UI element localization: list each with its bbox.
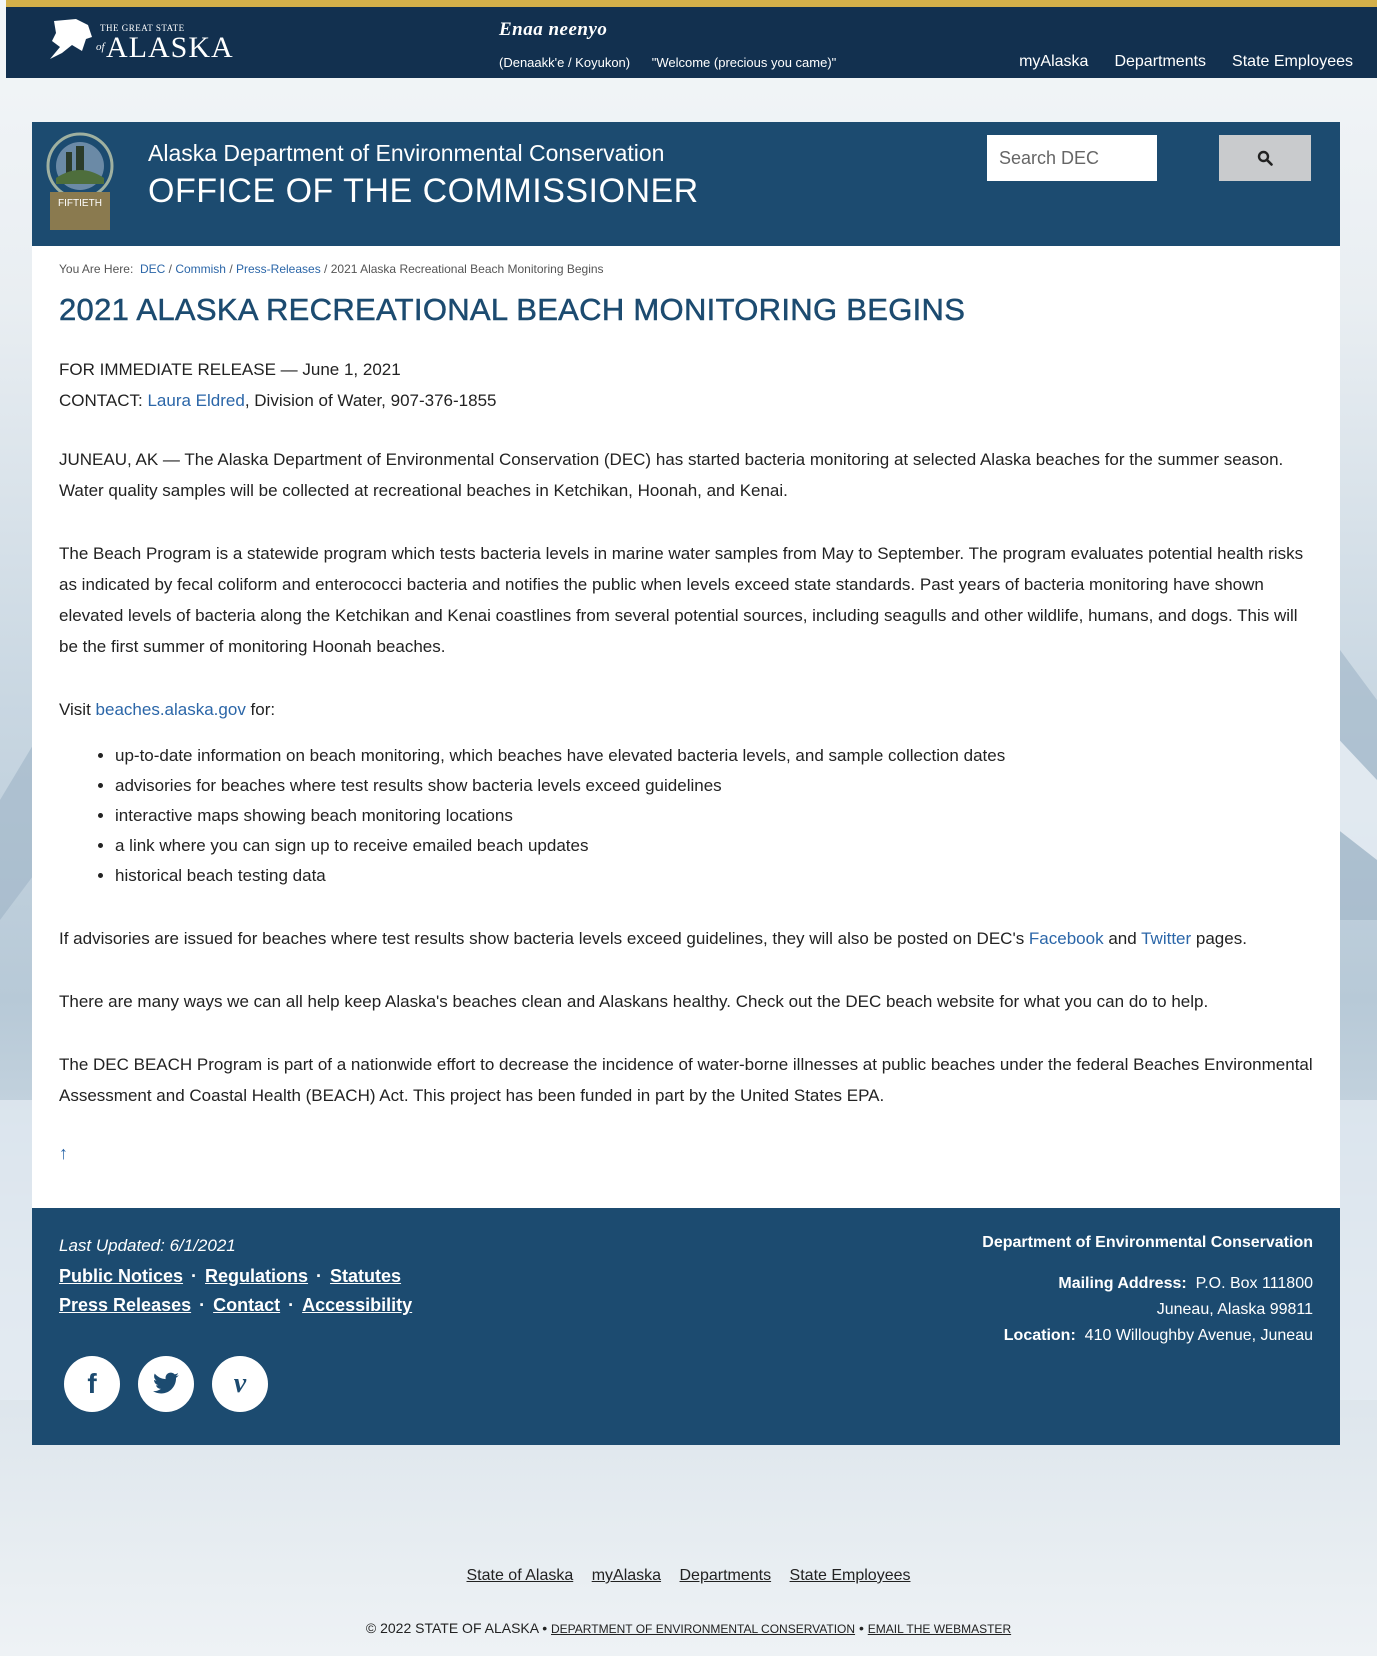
footer-location: Location: 410 Willoughby Avenue, Juneau xyxy=(1004,1327,1313,1345)
paragraph-visit: Visit beaches.alaska.gov for: xyxy=(59,694,1313,725)
mailing-line2: Juneau, Alaska 99811 xyxy=(1156,1301,1313,1318)
separator: · xyxy=(316,1266,323,1286)
location-label: Location: xyxy=(1003,1327,1076,1344)
bottom-myalaska[interactable]: myAlaska xyxy=(592,1567,661,1584)
search-button[interactable] xyxy=(1219,135,1311,181)
advisories-post: pages. xyxy=(1191,929,1247,948)
vimeo-icon[interactable]: v xyxy=(212,1356,268,1412)
dec-seal-icon[interactable]: FIFTIETH xyxy=(46,132,114,232)
list-item: advisories for beaches where test result… xyxy=(115,771,1313,801)
list-item: up-to-date information on beach monitori… xyxy=(115,741,1313,771)
search-input[interactable] xyxy=(987,135,1157,181)
bottom-links: State of Alaska myAlaska Departments Sta… xyxy=(0,1567,1377,1585)
paragraph-intro: JUNEAU, AK — The Alaska Department of En… xyxy=(59,450,1284,500)
twitter-bird-icon xyxy=(153,1372,179,1394)
separator: · xyxy=(288,1295,295,1315)
breadcrumb-current: 2021 Alaska Recreational Beach Monitorin… xyxy=(330,262,604,276)
footer-press-releases[interactable]: Press Releases xyxy=(59,1295,191,1315)
logo-of: of xyxy=(96,41,105,53)
footer-public-notices[interactable]: Public Notices xyxy=(59,1266,183,1286)
contact-link[interactable]: Laura Eldred xyxy=(147,391,244,410)
footer-links-row2: Press Releases · Contact · Accessibility xyxy=(59,1295,412,1316)
greeting: Enaa neenyo xyxy=(499,19,608,40)
nav-departments[interactable]: Departments xyxy=(1114,53,1206,71)
seal-text: FIFTIETH xyxy=(58,198,102,209)
visit-post: for: xyxy=(245,700,276,719)
breadcrumb-commish[interactable]: Commish xyxy=(175,262,226,276)
footer-statutes[interactable]: Statutes xyxy=(330,1266,401,1286)
visit-list: up-to-date information on beach monitori… xyxy=(59,741,1313,891)
footer-accessibility[interactable]: Accessibility xyxy=(302,1295,412,1315)
paragraph-advisories: If advisories are issued for beaches whe… xyxy=(59,923,1313,954)
site-footer: Last Updated: 6/1/2021 Public Notices · Re… xyxy=(32,1208,1340,1445)
state-topbar: THE GREAT STATE of ALASKA Enaa neenyo (D… xyxy=(6,0,1377,78)
bottom-departments[interactable]: Departments xyxy=(680,1567,772,1584)
twitter-link[interactable]: Twitter xyxy=(1141,929,1191,948)
copyright-dept-link[interactable]: DEPARTMENT OF ENVIRONMENTAL CONSERVATION xyxy=(551,1622,855,1636)
copyright: © 2022 STATE OF ALASKA • DEPARTMENT OF E… xyxy=(0,1620,1377,1636)
copyright-bullet: • xyxy=(855,1620,868,1636)
nav-myalaska[interactable]: myAlaska xyxy=(1019,53,1088,71)
twitter-icon[interactable] xyxy=(138,1356,194,1412)
page-title: 2021 ALASKA RECREATIONAL BEACH MONITORIN… xyxy=(59,292,966,328)
breadcrumb-press-releases[interactable]: Press-Releases xyxy=(236,262,321,276)
beaches-link[interactable]: beaches.alaska.gov xyxy=(96,700,246,719)
mailing-line1: P.O. Box 111800 xyxy=(1195,1275,1313,1292)
breadcrumb: You Are Here: DEC / Commish / Press-Rele… xyxy=(59,262,604,276)
breadcrumb-label: You Are Here: xyxy=(59,262,134,276)
visit-pre: Visit xyxy=(59,700,96,719)
mailing-label: Mailing Address: xyxy=(1058,1275,1187,1292)
list-item: historical beach testing data xyxy=(115,861,1313,891)
separator: · xyxy=(191,1266,198,1286)
facebook-link[interactable]: Facebook xyxy=(1029,929,1104,948)
greeting-language: (Denaakk'e / Koyukon) xyxy=(499,55,631,70)
facebook-icon[interactable]: f xyxy=(64,1356,120,1412)
department-name: Alaska Department of Environmental Conse… xyxy=(148,140,665,166)
logo-alaska: ALASKA xyxy=(106,31,234,64)
list-item: a link where you can sign up to receive … xyxy=(115,831,1313,861)
last-updated: Last Updated: 6/1/2021 xyxy=(59,1236,236,1255)
greeting-subline: (Denaakk'e / Koyukon) "Welcome (precious… xyxy=(499,55,854,70)
release-info: FOR IMMEDIATE RELEASE — June 1, 2021 CON… xyxy=(59,354,1313,416)
greeting-translation: "Welcome (precious you came)" xyxy=(651,55,837,70)
breadcrumb-dec[interactable]: DEC xyxy=(140,262,165,276)
paragraph-help: There are many ways we can all help keep… xyxy=(59,992,1209,1011)
back-to-top-link[interactable]: ↑ xyxy=(59,1143,1313,1164)
contact-details: , Division of Water, 907-376-1855 xyxy=(244,391,497,410)
paragraph-beach-act: The DEC BEACH Program is part of a natio… xyxy=(59,1055,1313,1105)
footer-dept-name: Department of Environmental Conservation xyxy=(982,1234,1313,1251)
copyright-text: © 2022 STATE OF ALASKA • xyxy=(365,1620,552,1636)
bottom-state-employees[interactable]: State Employees xyxy=(790,1567,911,1584)
office-title: OFFICE OF THE COMMISSIONER xyxy=(148,172,699,210)
footer-regulations[interactable]: Regulations xyxy=(205,1266,308,1286)
dec-header: FIFTIETH Alaska Department of Environmen… xyxy=(32,122,1340,246)
separator: · xyxy=(199,1295,206,1315)
contact-label: CONTACT: xyxy=(59,391,148,410)
footer-mailing: Mailing Address: P.O. Box 111800 xyxy=(1058,1275,1313,1293)
footer-contact[interactable]: Contact xyxy=(213,1295,280,1315)
footer-links-row1: Public Notices · Regulations · Statutes xyxy=(59,1266,401,1287)
nav-state-employees[interactable]: State Employees xyxy=(1232,53,1353,71)
alaska-map-icon xyxy=(50,19,92,59)
advisories-and: and xyxy=(1103,929,1142,948)
social-links: f v xyxy=(64,1356,268,1412)
advisories-text: If advisories are issued for beaches whe… xyxy=(59,929,1029,948)
paragraph-program: The Beach Program is a statewide program… xyxy=(59,544,1304,656)
article-content: You Are Here: DEC / Commish / Press-Rele… xyxy=(32,246,1340,1164)
top-nav: myAlaska Departments State Employees xyxy=(1019,53,1353,71)
location-value: 410 Willoughby Avenue, Juneau xyxy=(1084,1327,1313,1344)
bottom-state-of-alaska[interactable]: State of Alaska xyxy=(467,1567,574,1584)
main-panel: FIFTIETH Alaska Department of Environmen… xyxy=(32,122,1340,1445)
list-item: interactive maps showing beach monitorin… xyxy=(115,801,1313,831)
release-date: FOR IMMEDIATE RELEASE — June 1, 2021 xyxy=(59,360,401,379)
search-icon xyxy=(1257,150,1273,166)
email-webmaster-link[interactable]: EMAIL THE WEBMASTER xyxy=(868,1622,1011,1636)
